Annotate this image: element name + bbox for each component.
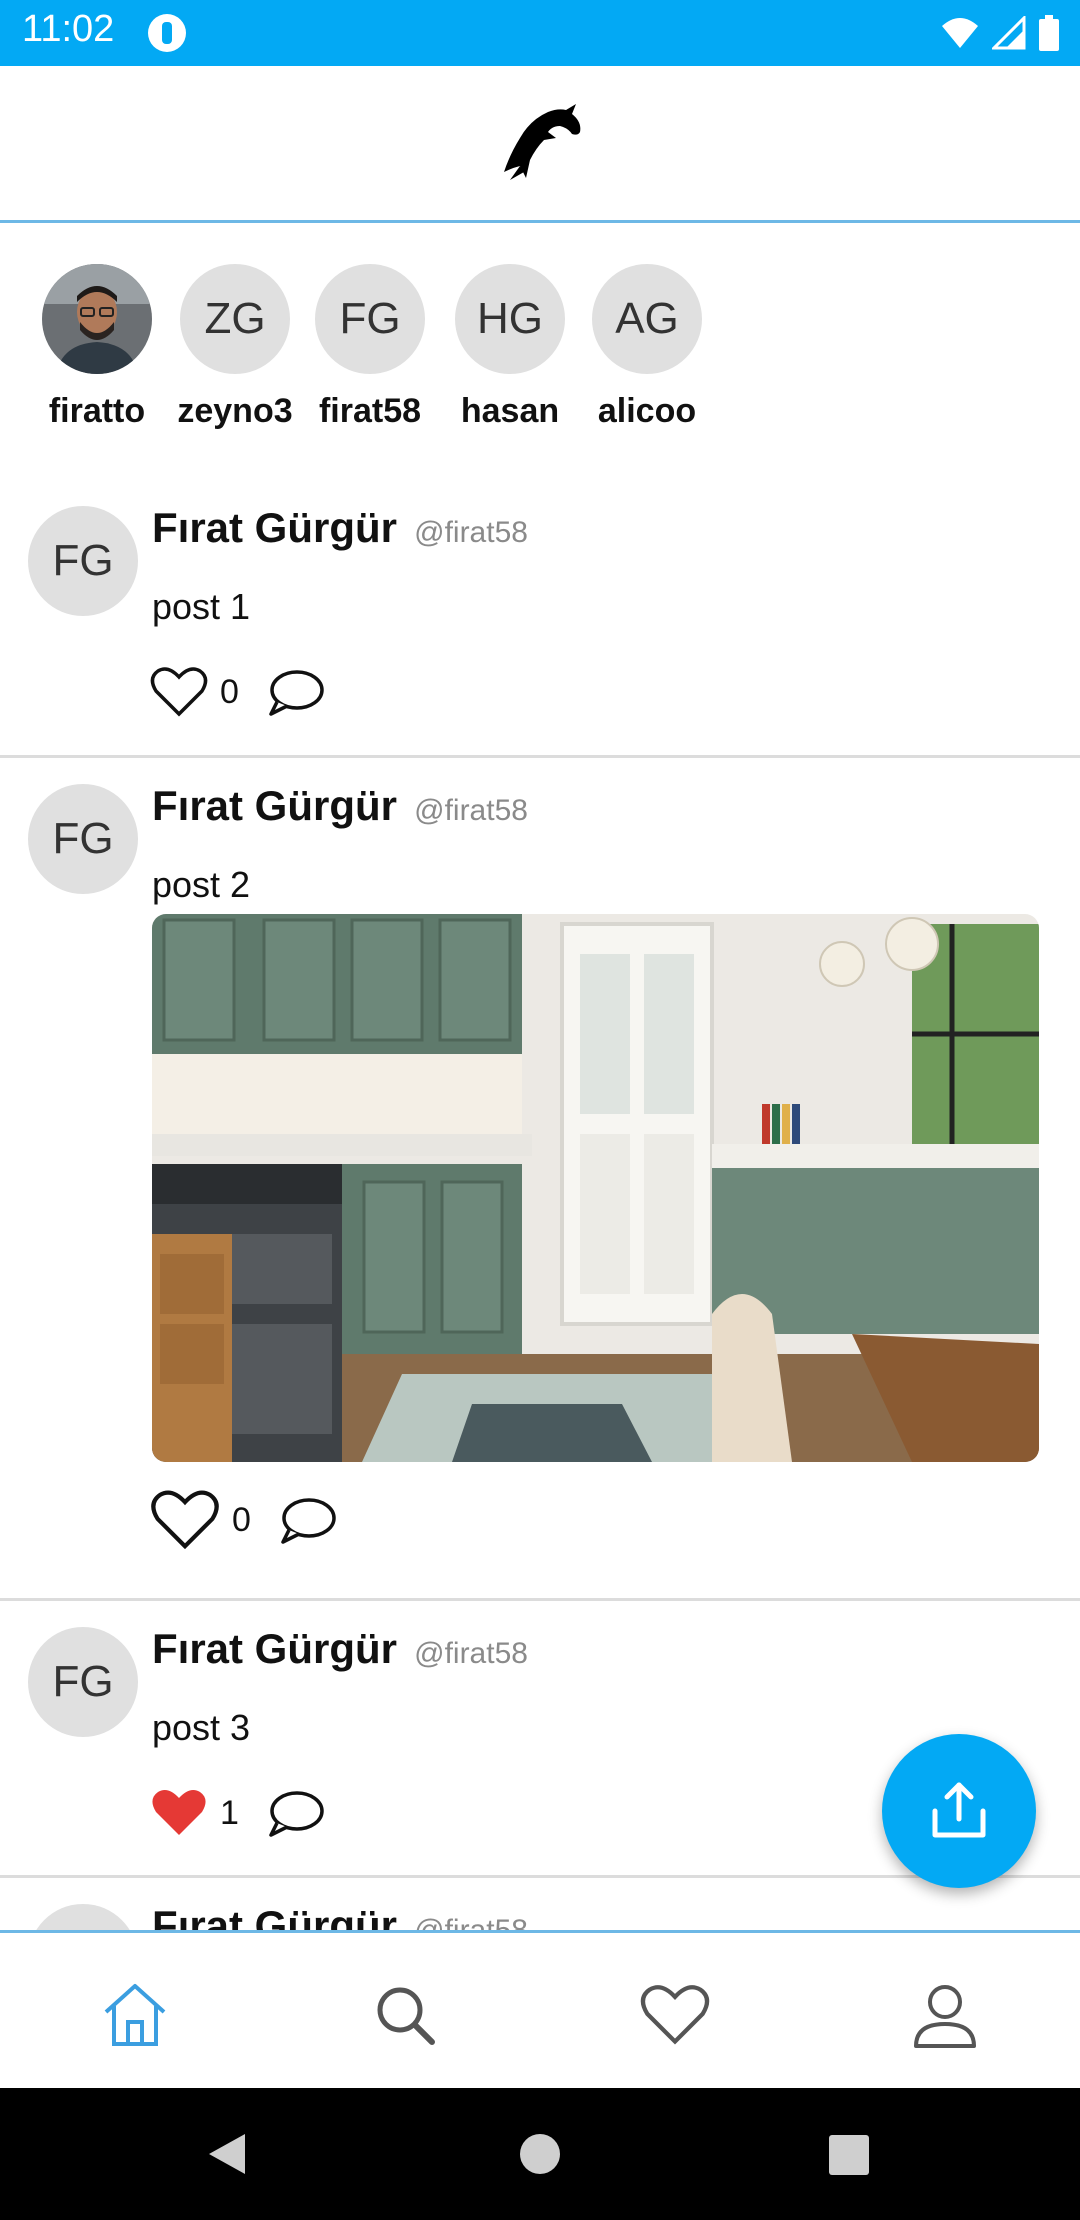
nav-home[interactable]	[95, 1975, 175, 2055]
share-fab-button[interactable]	[882, 1734, 1036, 1888]
post-text: post 1	[152, 586, 251, 627]
post-avatar[interactable]: FG	[28, 506, 138, 616]
post-header: Fırat Gürgür @firat58	[152, 1625, 528, 1673]
story-name: alicoo	[597, 392, 697, 430]
story-name: firatto	[48, 392, 146, 430]
story-name: hasan	[460, 392, 560, 430]
nav-profile[interactable]	[905, 1975, 985, 2055]
post-card[interactable]: FG Fırat Gürgür @firat58 post 1 0	[0, 478, 1080, 758]
post-avatar[interactable]: FG	[28, 784, 138, 894]
dolphin-logo-icon	[504, 104, 581, 180]
post-card[interactable]: FG Fırat Gürgür @firat58 post 2 0	[0, 756, 1080, 1601]
story-item[interactable]: HG hasan	[440, 264, 580, 431]
like-count: 0	[220, 672, 239, 711]
like-heart-icon[interactable]	[150, 666, 208, 718]
story-item[interactable]: firatto	[27, 264, 167, 431]
story-name: firat58	[318, 392, 422, 430]
status-time: 11:02	[22, 8, 115, 50]
post-text: post 3	[152, 1707, 251, 1748]
post-actions: 1	[150, 1783, 325, 1843]
post-author-handle: @firat58	[414, 516, 528, 549]
story-avatar[interactable]: AG	[592, 264, 702, 374]
story-avatar-photo[interactable]	[42, 264, 152, 374]
post-author-handle: @firat58	[414, 794, 528, 827]
post-avatar[interactable]: FG	[28, 1627, 138, 1737]
status-icons	[940, 14, 1060, 52]
story-item[interactable]: AG alicoo	[577, 264, 717, 431]
comment-icon[interactable]	[279, 1494, 337, 1546]
bottom-navigation	[0, 1930, 1080, 2091]
like-count: 0	[232, 1500, 251, 1539]
status-bar: 11:02	[0, 0, 1080, 66]
post-image-kitchen-photo[interactable]	[152, 914, 1039, 1462]
kitchen-photo	[152, 914, 1039, 1462]
post-header: Fırat Gürgür @firat58	[152, 504, 528, 552]
app-header	[0, 66, 1080, 223]
post-card[interactable]: FG Fırat Gürgür @firat58	[0, 1876, 1080, 1936]
post-author-name[interactable]: Fırat Gürgür	[152, 1625, 397, 1672]
story-avatar[interactable]: FG	[315, 264, 425, 374]
home-icon	[104, 1984, 166, 2046]
post-author-handle: @firat58	[414, 1637, 528, 1670]
story-item[interactable]: ZG zeyno3	[165, 264, 305, 431]
recents-icon[interactable]	[828, 2134, 870, 2176]
notification-app-icon	[148, 14, 186, 52]
story-avatar[interactable]: ZG	[180, 264, 290, 374]
back-icon[interactable]	[205, 2132, 249, 2176]
system-navigation-bar	[0, 2088, 1080, 2220]
story-avatar[interactable]: HG	[455, 264, 565, 374]
post-text: post 2	[152, 864, 251, 905]
profile-icon	[914, 1985, 976, 2048]
story-item[interactable]: FG firat58	[300, 264, 440, 431]
post-author-name[interactable]: Fırat Gürgür	[152, 782, 397, 829]
wifi-icon	[942, 18, 978, 48]
home-circle-icon[interactable]	[518, 2132, 562, 2176]
nav-notifications[interactable]	[635, 1975, 715, 2055]
liked-heart-icon[interactable]	[150, 1787, 208, 1839]
post-header: Fırat Gürgür @firat58	[152, 782, 528, 830]
comment-icon[interactable]	[267, 1787, 325, 1839]
search-icon	[377, 1987, 435, 2045]
post-actions: 0	[150, 662, 325, 722]
comment-icon[interactable]	[267, 666, 325, 718]
signal-icon	[992, 16, 1026, 50]
story-name: zeyno3	[177, 392, 293, 430]
like-heart-icon[interactable]	[150, 1489, 220, 1551]
like-count: 1	[220, 1793, 239, 1832]
user-photo	[42, 264, 152, 374]
post-actions: 0	[150, 1490, 337, 1550]
nav-search[interactable]	[365, 1975, 445, 2055]
heart-icon	[640, 1985, 710, 2045]
stories-row: firatto ZG zeyno3 FG firat58 HG hasan AG…	[0, 222, 1080, 452]
post-author-name[interactable]: Fırat Gürgür	[152, 504, 397, 551]
battery-icon	[1039, 15, 1059, 51]
share-upload-icon	[932, 1782, 986, 1838]
